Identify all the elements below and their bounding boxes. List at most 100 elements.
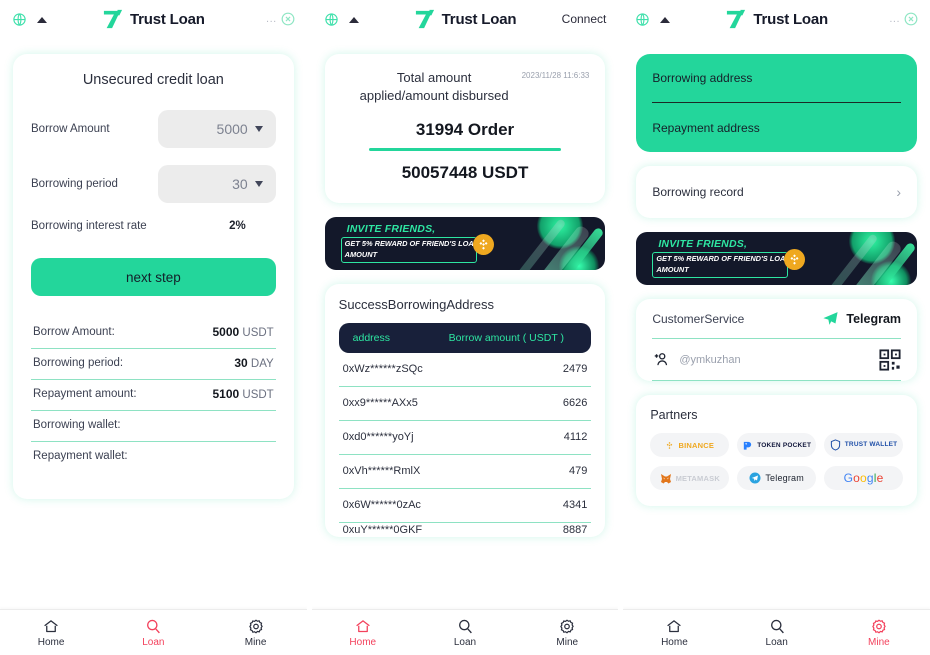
header-left-controls — [324, 12, 359, 27]
globe-icon[interactable] — [12, 12, 27, 27]
more-dots[interactable]: ... — [266, 13, 277, 25]
field-interest-rate: Borrowing interest rate 2% — [31, 220, 276, 232]
address-table-title: SuccessBorrowingAddress — [338, 296, 495, 312]
nav-item-loan[interactable]: Loan — [414, 618, 516, 648]
nav-item-mine[interactable]: Mine — [204, 618, 306, 648]
globe-icon[interactable] — [324, 12, 339, 27]
triangle-up-icon[interactable] — [37, 16, 47, 23]
home-icon — [355, 619, 370, 632]
nav-label: Home — [37, 636, 65, 648]
cell-amount: 4341 — [562, 499, 588, 512]
header-left-controls — [12, 12, 47, 27]
close-circle-icon[interactable] — [904, 12, 918, 26]
summary-value: 5000 USDT — [212, 325, 273, 339]
partner-trust-wallet[interactable]: TRUST WALLET — [824, 433, 903, 457]
partner-google[interactable]: Google — [824, 466, 903, 490]
add-user-icon — [655, 353, 668, 366]
cell-address: 0xWz******zSQc — [342, 363, 423, 376]
nav-label: Loan — [453, 636, 477, 648]
nav-label: Mine — [556, 636, 579, 648]
qr-code-icon[interactable] — [879, 348, 901, 371]
borrow-amount-label: Borrow Amount — [31, 123, 110, 135]
banner-subline: GET 5% REWARD OF FRIEND'S LOAN AMOUNT — [344, 238, 480, 260]
borrowing-record-row[interactable]: Borrowing record › — [636, 166, 918, 218]
partner-binance[interactable]: BINANCE — [650, 433, 730, 457]
partner-metamask[interactable]: METAMASK — [650, 466, 730, 490]
cell-amount: 4112 — [563, 431, 588, 444]
cell-amount: 2479 — [562, 363, 588, 376]
nav-label: Loan — [142, 636, 165, 648]
telegram-channel[interactable]: Telegram — [822, 310, 901, 327]
trust-loan-logo-icon — [415, 9, 434, 29]
invite-friends-banner[interactable]: INVITE FRIENDS, GET 5% REWARD OF FRIEND'… — [324, 216, 606, 270]
loan-summary-list: Borrow Amount: 5000 USDT Borrowing perio… — [31, 318, 276, 473]
brand-name: Trust Loan — [753, 10, 828, 28]
borrowing-period-value: 30 — [232, 176, 248, 192]
search-icon — [459, 619, 472, 633]
table-row: 0x6W******0zAc 4341 — [338, 489, 592, 523]
summary-row: Borrow Amount: 5000 USDT — [31, 318, 276, 349]
metamask-icon — [660, 473, 671, 483]
borrowing-period-select[interactable]: 30 — [157, 165, 276, 203]
search-icon — [147, 619, 161, 633]
nav-item-home[interactable]: Home — [312, 618, 414, 648]
table-row: 0xVh******RmlX 479 — [338, 455, 592, 489]
wallet-addresses-card: Borrowing address Repayment address — [636, 54, 918, 152]
loan-form-card: Unsecured credit loan Borrow Amount 5000… — [13, 54, 294, 499]
connect-button[interactable]: Connect — [562, 12, 607, 26]
summary-value: 30 DAY — [234, 356, 273, 370]
more-dots[interactable]: ... — [889, 13, 900, 25]
triangle-up-icon[interactable] — [660, 16, 671, 23]
field-borrowing-period: Borrowing period 30 — [31, 165, 276, 203]
divider — [368, 148, 562, 151]
nav-item-home[interactable]: Home — [0, 618, 102, 648]
repayment-address-row[interactable]: Repayment address — [652, 103, 901, 152]
telegram-icon — [749, 472, 761, 484]
panel2-body: Total amount applied/amount disbursed 20… — [311, 38, 619, 609]
partners-card: Partners BINANCE TOKEN POCKET TRUST WALL… — [636, 395, 918, 506]
borrowing-address-row[interactable]: Borrowing address — [652, 54, 902, 103]
borrow-amount-value: 5000 — [216, 121, 248, 137]
close-circle-icon[interactable] — [281, 12, 295, 26]
globe-icon[interactable] — [635, 12, 650, 27]
bottom-nav: Home Loan Mine — [311, 609, 619, 655]
table-row: 0xx9******AXx5 6626 — [338, 387, 592, 421]
partner-token-pocket[interactable]: TOKEN POCKET — [737, 433, 817, 457]
partner-label: BINANCE — [678, 440, 715, 450]
cell-address: 0xx9******AXx5 — [342, 397, 418, 410]
cell-amount: 479 — [569, 465, 588, 478]
brand-name: Trust Loan — [130, 10, 205, 28]
nav-item-home[interactable]: Home — [623, 618, 725, 648]
field-borrow-amount: Borrow Amount 5000 — [31, 110, 276, 148]
column-header-amount: Borrow amount ( USDT ) — [448, 331, 564, 344]
binance-icon — [667, 441, 673, 449]
partner-telegram[interactable]: Telegram — [737, 466, 817, 490]
cell-amount: 8887 — [562, 523, 588, 536]
summary-key: Repayment wallet: — [33, 450, 128, 462]
triangle-up-icon[interactable] — [348, 16, 359, 23]
panel-home-dashboard: Trust Loan Connect Total amount applied/… — [311, 0, 619, 655]
summary-value: 5100 USDT — [212, 387, 273, 401]
cell-address: 0xVh******RmlX — [342, 465, 421, 478]
brand-name: Trust Loan — [441, 10, 517, 28]
search-icon — [770, 619, 784, 633]
borrow-amount-select[interactable]: 5000 — [157, 110, 276, 148]
summary-unit: DAY — [250, 358, 274, 370]
invite-friends-banner[interactable]: INVITE FRIENDS, GET 5% REWARD OF FRIEND'… — [636, 232, 918, 285]
header-left-controls — [635, 12, 671, 27]
nav-item-mine[interactable]: Mine — [828, 618, 930, 648]
total-amount-card: Total amount applied/amount disbursed 20… — [324, 54, 606, 203]
panel1-body: Unsecured credit loan Borrow Amount 5000… — [0, 38, 307, 609]
nav-item-loan[interactable]: Loan — [102, 618, 204, 648]
column-header-address: address — [352, 331, 391, 344]
header-right-controls: ... — [889, 12, 918, 26]
partner-label: METAMASK — [675, 473, 720, 483]
success-borrowing-address-card: SuccessBorrowingAddress address Borrow a… — [324, 283, 606, 537]
nav-label: Home — [661, 636, 688, 648]
customer-service-header: CustomerService Telegram — [652, 299, 902, 339]
total-amount-label: Total amount applied/amount disbursed — [359, 70, 509, 103]
next-step-button[interactable]: next step — [31, 258, 276, 296]
nav-item-loan[interactable]: Loan — [726, 618, 828, 648]
nav-item-mine[interactable]: Mine — [516, 618, 618, 648]
customer-service-handle-row[interactable]: @ymkuzhan — [652, 339, 902, 381]
